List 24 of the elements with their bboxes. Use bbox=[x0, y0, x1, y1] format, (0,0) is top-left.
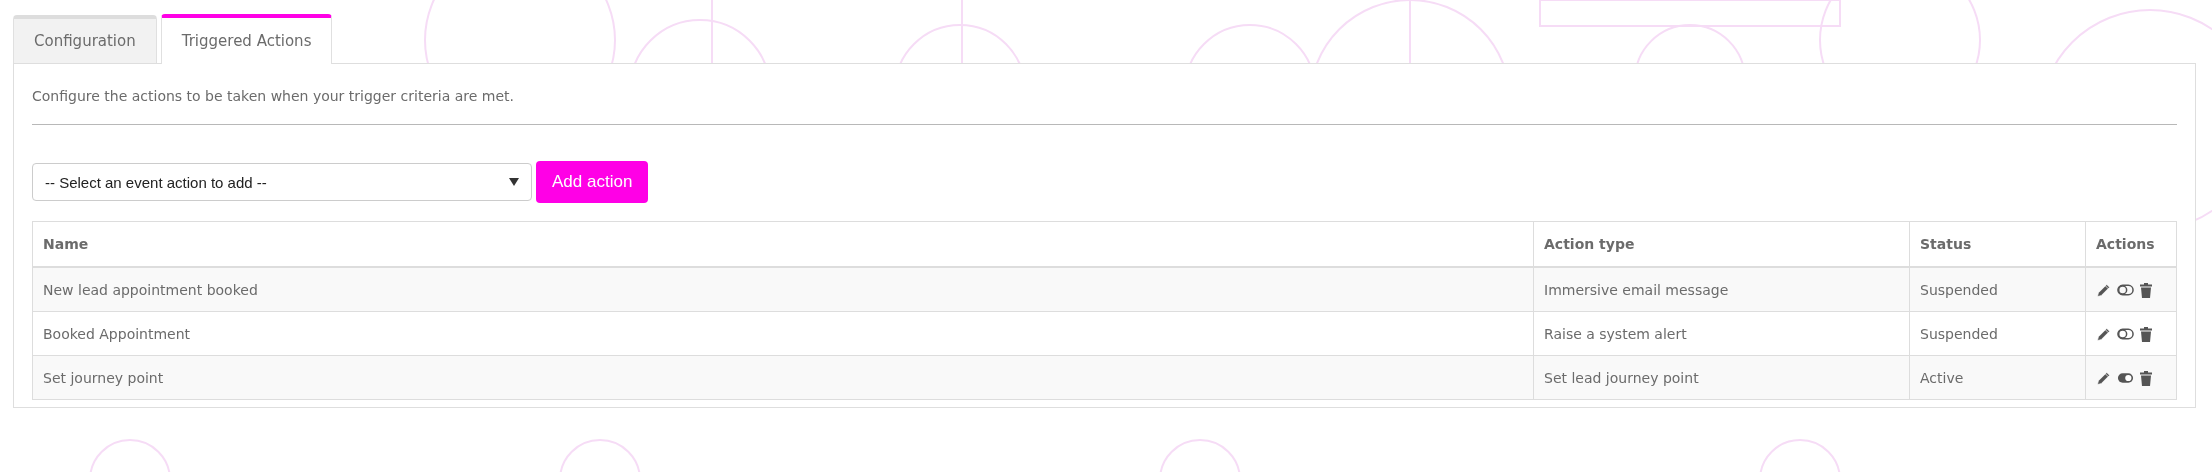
tab[interactable]: Triggered Actions bbox=[160, 14, 333, 64]
pencil-icon[interactable] bbox=[2096, 370, 2111, 386]
trash-icon[interactable] bbox=[2140, 282, 2152, 298]
pencil-icon[interactable] bbox=[2096, 326, 2111, 342]
pencil-icon[interactable] bbox=[2096, 282, 2111, 298]
toggle-off-icon[interactable] bbox=[2117, 328, 2134, 341]
table-cell: Immersive email message bbox=[1533, 267, 1910, 312]
table-cell: Suspended bbox=[1909, 267, 2086, 312]
toggle-on-icon[interactable] bbox=[2117, 372, 2134, 385]
description-text: Configure the actions to be taken when your trigger criteria are met. bbox=[32, 87, 515, 106]
table-cell: Suspended bbox=[1909, 311, 2086, 356]
event-action-dropdown[interactable]: -- Select an event action to add -- bbox=[32, 163, 532, 201]
table-cell: Set journey point bbox=[32, 355, 1534, 400]
add-action-button[interactable]: Add action bbox=[536, 161, 649, 203]
toggle-off-icon[interactable] bbox=[2117, 284, 2134, 297]
trash-icon[interactable] bbox=[2140, 370, 2152, 386]
table-cell: Set lead journey point bbox=[1533, 355, 1910, 400]
trash-icon[interactable] bbox=[2140, 326, 2152, 342]
caret-icon bbox=[509, 178, 519, 186]
tab[interactable]: Configuration bbox=[13, 15, 157, 63]
table-cell: New lead appointment booked bbox=[32, 267, 1534, 312]
table-cell: Raise a system alert bbox=[1533, 311, 1910, 356]
table-cell: Active bbox=[1909, 355, 2086, 400]
table-cell: Booked Appointment bbox=[32, 311, 1534, 356]
